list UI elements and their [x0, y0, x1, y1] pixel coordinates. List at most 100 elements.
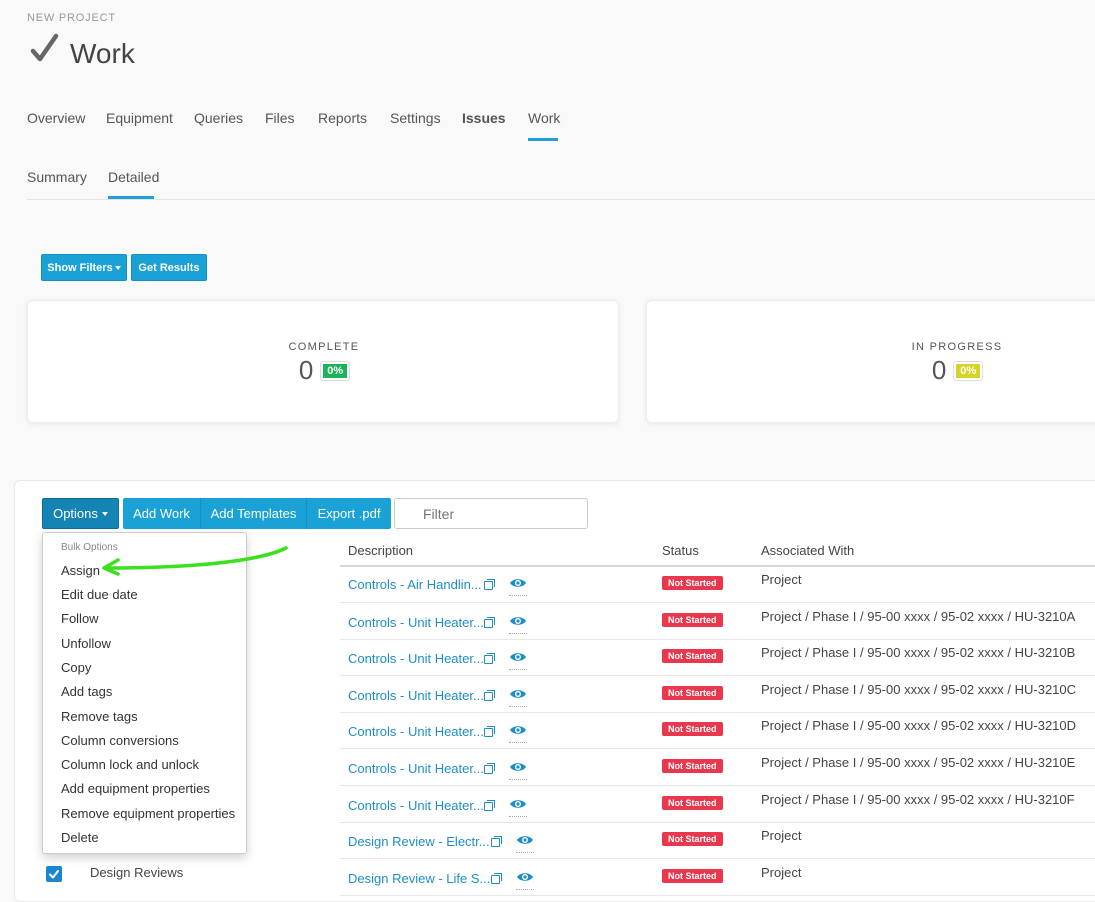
row-description-link[interactable]: Controls - Unit Heater...: [348, 761, 484, 776]
header-divider: [340, 565, 1095, 567]
status-badge-label: Not Started: [662, 686, 723, 700]
in-progress-label: IN PROGRESS: [911, 341, 1003, 353]
status-badge-label: Not Started: [662, 869, 723, 883]
status-badge-label: Not Started: [662, 796, 723, 810]
eye-icon[interactable]: [509, 760, 527, 780]
eye-icon[interactable]: [516, 833, 534, 853]
row-associated-with: Project / Phase I / 95-00 xxxx / 95-02 x…: [761, 718, 1077, 733]
copy-icon[interactable]: [491, 873, 502, 884]
status-badge: Not Started: [662, 829, 723, 847]
row-associated-with: Project / Phase I / 95-00 xxxx / 95-02 x…: [761, 792, 1075, 807]
column-header-associated[interactable]: Associated With: [761, 543, 854, 558]
row-associated-with: Project: [761, 865, 802, 880]
row-divider: [340, 639, 1095, 640]
row-description-link[interactable]: Controls - Unit Heater...: [348, 615, 484, 630]
eye-icon[interactable]: [509, 687, 527, 707]
eye-icon[interactable]: [509, 614, 527, 634]
row-description-link[interactable]: Controls - Unit Heater...: [348, 688, 484, 703]
status-badge: Not Started: [662, 573, 723, 591]
caret-down-icon: [101, 511, 108, 516]
status-badge: Not Started: [662, 646, 723, 664]
eye-icon[interactable]: [509, 650, 527, 670]
status-badge-label: Not Started: [662, 576, 723, 590]
add-work-button[interactable]: Add Work: [123, 498, 201, 529]
status-badge-label: Not Started: [662, 722, 723, 736]
annotation-arrow-icon: [102, 546, 288, 576]
export-pdf-button[interactable]: Export .pdf: [307, 498, 391, 529]
caret-down-icon: [114, 265, 121, 270]
eye-icon[interactable]: [509, 576, 527, 596]
row-description-link[interactable]: Controls - Unit Heater...: [348, 651, 484, 666]
add-templates-button[interactable]: Add Templates: [201, 498, 307, 529]
options-label: Options: [53, 506, 98, 521]
row-description-link[interactable]: Controls - Unit Heater...: [348, 798, 484, 813]
row-description-link[interactable]: Controls - Air Handlin...: [348, 577, 482, 592]
row-description-link[interactable]: Design Review - Life S...: [348, 871, 490, 886]
tab-issues[interactable]: Issues: [462, 110, 506, 126]
complete-card: COMPLETE 0 0%: [27, 300, 619, 423]
page-title: Work: [70, 38, 135, 69]
checkbox-check-icon: [49, 870, 59, 879]
column-header-status[interactable]: Status: [662, 543, 699, 558]
filter-input[interactable]: [394, 498, 588, 529]
row-divider: [340, 602, 1095, 603]
menu-item-unfollow[interactable]: Unfollow: [61, 636, 111, 651]
divider: [27, 199, 1095, 200]
options-dropdown-button[interactable]: Options: [42, 498, 119, 529]
status-badge-label: Not Started: [662, 832, 723, 846]
status-badge: Not Started: [662, 866, 723, 884]
copy-icon[interactable]: [484, 726, 495, 737]
get-results-button[interactable]: Get Results: [131, 254, 207, 281]
bulk-options-menu: Bulk Options Assign Edit due date Follow…: [42, 532, 247, 854]
menu-item-delete[interactable]: Delete: [61, 830, 99, 845]
tab-equipment[interactable]: Equipment: [106, 110, 173, 126]
copy-icon[interactable]: [484, 617, 495, 628]
row-associated-with: Project / Phase I / 95-00 xxxx / 95-02 x…: [761, 755, 1076, 770]
menu-item-edit-due-date[interactable]: Edit due date: [61, 587, 138, 602]
status-badge: Not Started: [662, 719, 723, 737]
copy-icon[interactable]: [484, 763, 495, 774]
tab-work[interactable]: Work: [528, 110, 560, 126]
copy-icon[interactable]: [484, 800, 495, 811]
menu-item-add-equipment-properties[interactable]: Add equipment properties: [61, 781, 210, 796]
subtab-summary[interactable]: Summary: [27, 169, 87, 185]
row-description-link[interactable]: Controls - Unit Heater...: [348, 724, 484, 739]
in-progress-count: 0: [931, 355, 947, 385]
status-badge: Not Started: [662, 683, 723, 701]
row-associated-with: Project: [761, 572, 802, 587]
menu-item-remove-tags[interactable]: Remove tags: [61, 709, 138, 724]
in-progress-card: IN PROGRESS 0 0%: [646, 300, 1095, 423]
tab-overview[interactable]: Overview: [27, 110, 85, 126]
column-header-description[interactable]: Description: [348, 543, 413, 558]
tab-settings[interactable]: Settings: [390, 110, 441, 126]
row-associated-with: Project / Phase I / 95-00 xxxx / 95-02 x…: [761, 682, 1077, 697]
row-divider: [340, 675, 1095, 676]
menu-item-column-lock[interactable]: Column lock and unlock: [61, 757, 199, 772]
eye-icon[interactable]: [509, 723, 527, 743]
menu-item-assign[interactable]: Assign: [61, 563, 100, 578]
status-badge-label: Not Started: [662, 759, 723, 773]
status-badge-label: Not Started: [662, 649, 723, 663]
tab-files[interactable]: Files: [265, 110, 295, 126]
menu-item-copy[interactable]: Copy: [61, 660, 91, 675]
subtab-detailed[interactable]: Detailed: [108, 169, 159, 185]
menu-item-add-tags[interactable]: Add tags: [61, 684, 112, 699]
eye-icon[interactable]: [509, 797, 527, 817]
menu-item-remove-equipment-properties[interactable]: Remove equipment properties: [61, 806, 235, 821]
tab-queries[interactable]: Queries: [194, 110, 243, 126]
row-divider: [340, 895, 1095, 896]
eye-icon[interactable]: [516, 870, 534, 890]
tab-reports[interactable]: Reports: [318, 110, 367, 126]
active-tab-indicator: [528, 138, 558, 141]
copy-icon[interactable]: [484, 579, 495, 590]
complete-count: 0: [298, 355, 314, 385]
status-badge: Not Started: [662, 756, 723, 774]
menu-item-follow[interactable]: Follow: [61, 611, 99, 626]
copy-icon[interactable]: [484, 653, 495, 664]
copy-icon[interactable]: [484, 690, 495, 701]
row-checkbox[interactable]: [46, 866, 62, 882]
show-filters-button[interactable]: Show Filters: [41, 254, 127, 281]
menu-item-column-conversions[interactable]: Column conversions: [61, 733, 179, 748]
row-description-link[interactable]: Design Review - Electr...: [348, 834, 490, 849]
copy-icon[interactable]: [491, 836, 502, 847]
